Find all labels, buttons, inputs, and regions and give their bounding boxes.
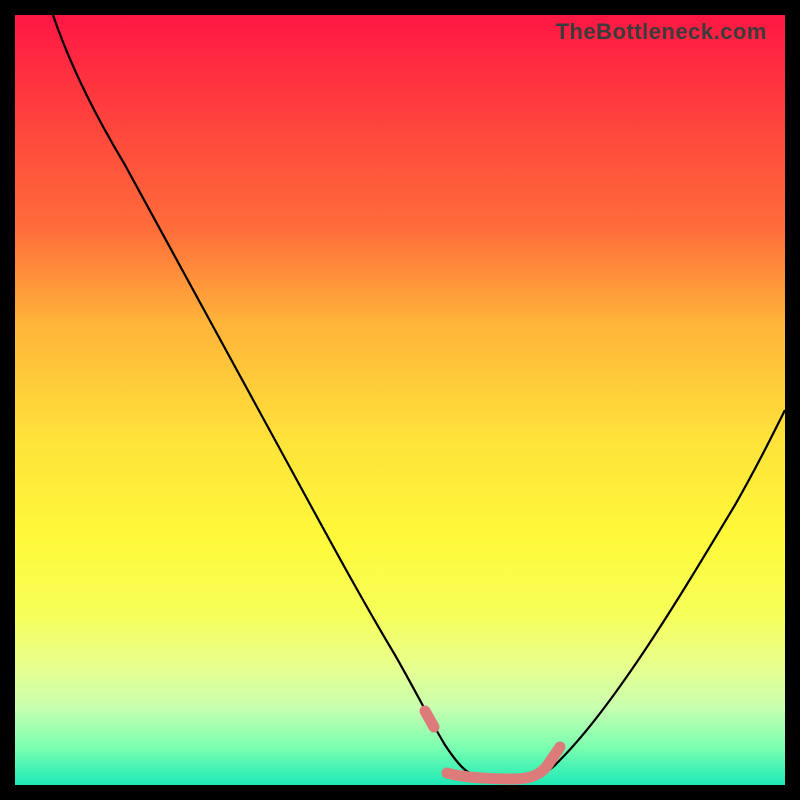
curve-highlight-left — [425, 711, 434, 727]
plot-area: TheBottleneck.com — [15, 15, 785, 785]
chart-frame: TheBottleneck.com — [0, 0, 800, 800]
curve-main — [53, 15, 785, 778]
chart-svg — [15, 15, 785, 785]
curve-highlight-bottom — [447, 747, 560, 779]
